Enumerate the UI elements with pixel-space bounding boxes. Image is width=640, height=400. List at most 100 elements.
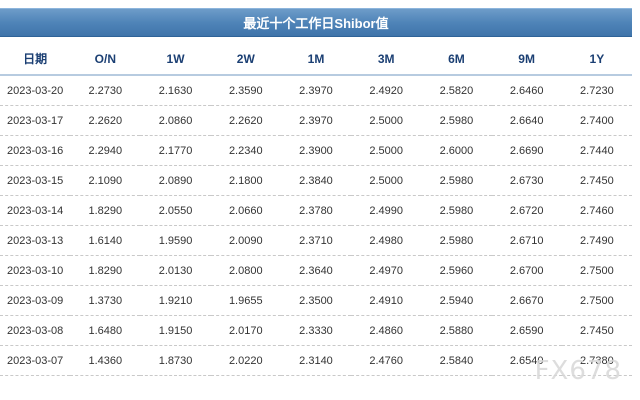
rate-cell: 2.0220 bbox=[210, 345, 281, 376]
rate-cell: 1.6140 bbox=[70, 225, 141, 256]
date-cell: 2023-03-10 bbox=[0, 255, 71, 286]
rate-cell: 2.3590 bbox=[210, 75, 281, 106]
rate-cell: 2.2620 bbox=[210, 105, 281, 136]
rate-cell: 2.7490 bbox=[561, 225, 632, 256]
rate-cell: 2.7500 bbox=[561, 255, 632, 286]
table-row: 2023-03-17 2.2620 2.0860 2.2620 2.3970 2.5000… bbox=[0, 105, 632, 136]
rate-cell: 1.8290 bbox=[70, 255, 141, 286]
rate-cell: 2.5000 bbox=[351, 135, 422, 166]
rate-cell: 2.6590 bbox=[491, 315, 562, 346]
rate-cell: 2.7460 bbox=[561, 195, 632, 226]
rate-cell: 2.5940 bbox=[421, 285, 492, 316]
rate-cell: 2.0860 bbox=[140, 105, 211, 136]
rate-cell: 2.1800 bbox=[210, 165, 281, 196]
rate-cell: 2.1770 bbox=[140, 135, 211, 166]
date-cell: 2023-03-15 bbox=[0, 165, 71, 196]
rate-cell: 2.3970 bbox=[280, 75, 352, 106]
date-cell: 2023-03-13 bbox=[0, 225, 71, 256]
rate-cell: 2.0800 bbox=[210, 255, 281, 286]
table-row: 2023-03-20 2.2730 2.1630 2.3590 2.3970 2.4920… bbox=[0, 75, 632, 106]
rate-cell: 2.0090 bbox=[210, 225, 281, 256]
rate-cell: 2.6690 bbox=[491, 135, 562, 166]
table-row: 2023-03-16 2.2940 2.1770 2.2340 2.3900 2.5000… bbox=[0, 135, 632, 166]
date-cell: 2023-03-14 bbox=[0, 195, 71, 226]
rate-cell: 2.0170 bbox=[210, 315, 281, 346]
rate-cell: 1.8730 bbox=[140, 345, 211, 376]
watermark-logo: FX678 bbox=[534, 356, 622, 386]
rate-cell: 2.6700 bbox=[491, 255, 562, 286]
table-header-row: 日期 O/N 1W 2W 1M 3M 6M 9M 1Y bbox=[0, 43, 632, 76]
rate-cell: 2.3140 bbox=[280, 345, 352, 376]
date-cell: 2023-03-08 bbox=[0, 315, 71, 346]
date-cell: 2023-03-16 bbox=[0, 135, 71, 166]
date-cell: 2023-03-20 bbox=[0, 75, 71, 106]
rate-cell: 2.4920 bbox=[351, 75, 422, 106]
column-header-1m: 1M bbox=[280, 43, 352, 76]
column-header-date: 日期 bbox=[0, 43, 71, 76]
rate-cell: 2.3780 bbox=[280, 195, 352, 226]
column-header-on: O/N bbox=[70, 43, 141, 76]
rate-cell: 2.3710 bbox=[280, 225, 352, 256]
shibor-panel: 最近十个工作日Shibor值 日期 O/N 1W 2W 1M 3M 6M 9M 1Y 2023-… bbox=[0, 0, 640, 400]
rate-cell: 2.7450 bbox=[561, 165, 632, 196]
rate-cell: 2.5980 bbox=[421, 165, 492, 196]
table-row: 2023-03-14 1.8290 2.0550 2.0660 2.3780 2.4990… bbox=[0, 195, 632, 226]
column-header-1y: 1Y bbox=[561, 43, 632, 76]
rate-cell: 2.3970 bbox=[280, 105, 352, 136]
rate-cell: 2.4860 bbox=[351, 315, 422, 346]
table-row: 2023-03-09 1.3730 1.9210 1.9655 2.3500 2.4910… bbox=[0, 285, 632, 316]
rate-cell: 2.0890 bbox=[140, 165, 211, 196]
table-row: 2023-03-10 1.8290 2.0130 2.0800 2.3640 2.4970… bbox=[0, 255, 632, 286]
rate-cell: 2.5980 bbox=[421, 195, 492, 226]
rate-cell: 1.3730 bbox=[70, 285, 141, 316]
column-header-9m: 9M bbox=[491, 43, 562, 76]
rate-cell: 2.5960 bbox=[421, 255, 492, 286]
rate-cell: 2.6730 bbox=[491, 165, 562, 196]
rate-cell: 1.9590 bbox=[140, 225, 211, 256]
rate-cell: 2.4980 bbox=[351, 225, 422, 256]
rate-cell: 2.6720 bbox=[491, 195, 562, 226]
rate-cell: 2.5000 bbox=[351, 105, 422, 136]
rate-cell: 2.7440 bbox=[561, 135, 632, 166]
rate-cell: 2.7230 bbox=[561, 75, 632, 106]
table-row: 2023-03-08 1.6480 1.9150 2.0170 2.3330 2.4860… bbox=[0, 315, 632, 346]
rate-cell: 2.6670 bbox=[491, 285, 562, 316]
rate-cell: 2.6460 bbox=[491, 75, 562, 106]
rate-cell: 2.4760 bbox=[351, 345, 422, 376]
date-cell: 2023-03-09 bbox=[0, 285, 71, 316]
rate-cell: 1.8290 bbox=[70, 195, 141, 226]
rate-cell: 2.0130 bbox=[140, 255, 211, 286]
rate-cell: 2.4990 bbox=[351, 195, 422, 226]
rate-cell: 2.3500 bbox=[280, 285, 352, 316]
rate-cell: 2.3330 bbox=[280, 315, 352, 346]
rate-cell: 2.7450 bbox=[561, 315, 632, 346]
rate-cell: 1.4360 bbox=[70, 345, 141, 376]
date-cell: 2023-03-07 bbox=[0, 345, 71, 376]
column-header-1w: 1W bbox=[140, 43, 211, 76]
rate-cell: 2.5880 bbox=[421, 315, 492, 346]
rate-cell: 2.2940 bbox=[70, 135, 141, 166]
table-body: 2023-03-20 2.2730 2.1630 2.3590 2.3970 2.4920… bbox=[0, 75, 632, 376]
rate-cell: 2.7500 bbox=[561, 285, 632, 316]
table-row: 2023-03-15 2.1090 2.0890 2.1800 2.3840 2.5000… bbox=[0, 165, 632, 196]
rate-cell: 2.5840 bbox=[421, 345, 492, 376]
panel-title: 最近十个工作日Shibor值 bbox=[0, 8, 632, 37]
rate-cell: 2.0550 bbox=[140, 195, 211, 226]
rate-cell: 2.6710 bbox=[491, 225, 562, 256]
rate-cell: 2.5980 bbox=[421, 105, 492, 136]
column-header-3m: 3M bbox=[351, 43, 422, 76]
rate-cell: 1.9210 bbox=[140, 285, 211, 316]
rate-cell: 2.0660 bbox=[210, 195, 281, 226]
rate-cell: 2.7400 bbox=[561, 105, 632, 136]
rate-cell: 2.2340 bbox=[210, 135, 281, 166]
rate-cell: 2.4970 bbox=[351, 255, 422, 286]
rate-cell: 2.5820 bbox=[421, 75, 492, 106]
rate-cell: 1.6480 bbox=[70, 315, 141, 346]
rate-cell: 2.2620 bbox=[70, 105, 141, 136]
table-row: 2023-03-13 1.6140 1.9590 2.0090 2.3710 2.4980… bbox=[0, 225, 632, 256]
rate-cell: 2.3840 bbox=[280, 165, 352, 196]
date-cell: 2023-03-17 bbox=[0, 105, 71, 136]
rate-cell: 2.3640 bbox=[280, 255, 352, 286]
rate-cell: 2.5980 bbox=[421, 225, 492, 256]
rate-cell: 2.3900 bbox=[280, 135, 352, 166]
